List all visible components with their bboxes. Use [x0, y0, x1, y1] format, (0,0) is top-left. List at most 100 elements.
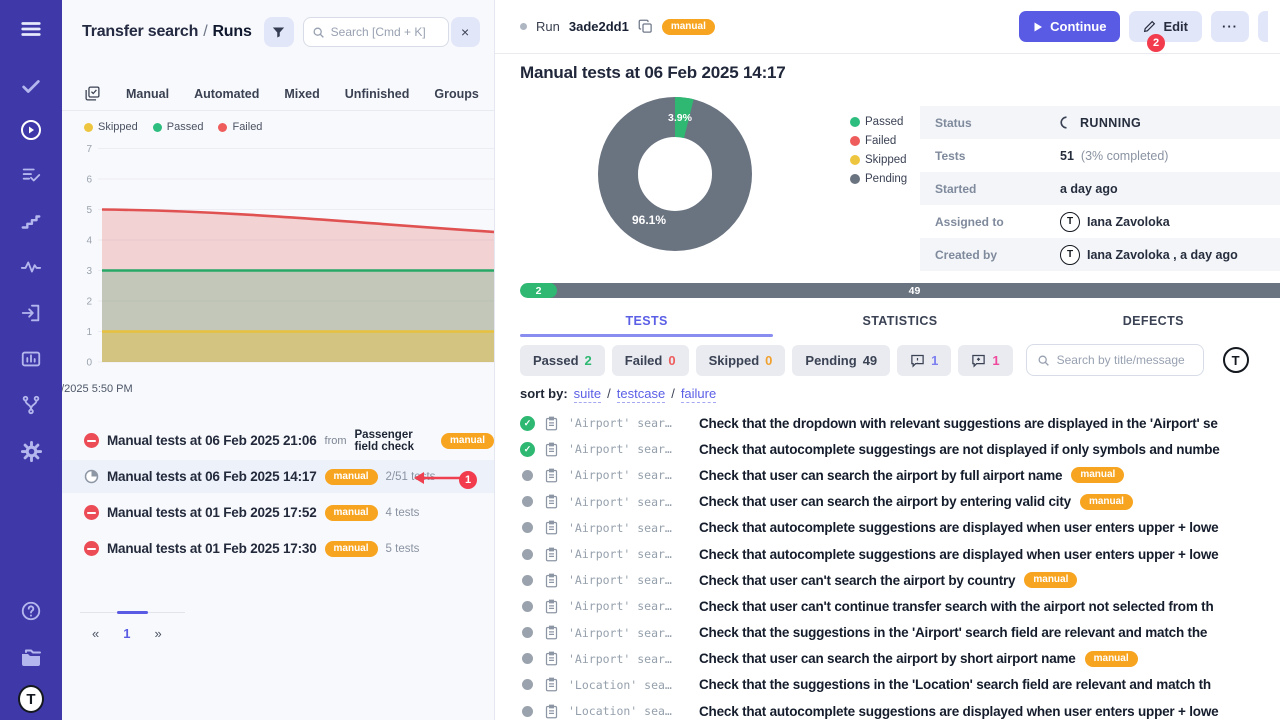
manual-badge: manual	[1071, 467, 1124, 483]
branch-icon[interactable]	[18, 392, 44, 418]
continue-button[interactable]: Continue	[1019, 11, 1120, 42]
test-row[interactable]: 'Airport' sear… Check that autocomplete …	[495, 541, 1280, 567]
pending-legend-dot	[850, 174, 860, 184]
sort-by-failure[interactable]: failure	[681, 386, 716, 403]
manual-badge: manual	[441, 433, 494, 449]
activity-icon[interactable]	[18, 254, 44, 280]
pagination-page-1[interactable]: 1	[123, 626, 130, 641]
filter-failed-chip[interactable]: Failed 0	[612, 345, 689, 376]
test-result-list: ✓ 'Airport' sear… Check that the dropdow…	[495, 410, 1280, 720]
attachments-filter-chip[interactable]: 1	[958, 345, 1012, 376]
close-icon: ×	[461, 24, 469, 40]
tab-groups[interactable]: Groups	[434, 87, 478, 101]
app-window: T Transfer search/Runs ×	[0, 0, 1280, 720]
test-row[interactable]: ✓ 'Airport' sear… Check that the dropdow…	[495, 410, 1280, 436]
projects-folder-icon[interactable]	[18, 644, 44, 670]
test-row[interactable]: 'Airport' sear… Check that user can't se…	[495, 567, 1280, 593]
help-icon[interactable]	[18, 598, 44, 624]
legend-passed: Passed	[167, 121, 204, 133]
brand-avatar-letter: T	[18, 685, 44, 713]
edit-button[interactable]: Edit	[1129, 11, 1202, 42]
runs-search-input[interactable]	[331, 25, 431, 39]
test-row[interactable]: 'Airport' sear… Check that user can sear…	[495, 462, 1280, 488]
spinner-icon	[1060, 116, 1073, 129]
donut-legend: Passed Failed Skipped Pending	[850, 116, 907, 185]
run-list-item[interactable]: Manual tests at 06 Feb 2025 21:06 from P…	[62, 424, 494, 457]
manual-badge: manual	[662, 19, 715, 35]
sort-controls: sort by: suite / testcase / failure	[520, 386, 716, 403]
test-row[interactable]: 'Airport' sear… Check that autocomplete …	[495, 515, 1280, 541]
test-row[interactable]: 'Airport' sear… Check that user can't co…	[495, 593, 1280, 619]
pagination-next[interactable]: »	[154, 626, 161, 641]
test-row[interactable]: 'Airport' sear… Check that the suggestio…	[495, 620, 1280, 646]
steps-icon[interactable]	[18, 209, 44, 235]
more-actions-button[interactable]: ···	[1211, 11, 1249, 42]
chart-legend: Skipped Passed Failed	[84, 121, 262, 133]
breadcrumb-project[interactable]: Transfer search	[82, 23, 198, 40]
tests-search-box	[1026, 344, 1204, 376]
svg-text:2: 2	[86, 297, 92, 308]
tab-mixed[interactable]: Mixed	[284, 87, 319, 101]
tab-defects[interactable]: DEFECTS	[1027, 305, 1280, 337]
detail-row-created: Created by T Iana Zavoloka , a day ago	[920, 238, 1280, 271]
run-detail-tabs: TESTS STATISTICS DEFECTS	[520, 305, 1280, 337]
comments-filter-chip[interactable]: 1	[897, 345, 951, 376]
chart-x-axis-label: 1/2025 5:50 PM	[62, 383, 133, 395]
close-panel-button[interactable]: ×	[451, 17, 480, 47]
svg-text:6: 6	[86, 175, 92, 186]
filter-button[interactable]	[264, 17, 294, 47]
tab-unfinished[interactable]: Unfinished	[345, 87, 410, 101]
sort-by-testcase[interactable]: testcase	[617, 386, 665, 403]
checkmark-icon[interactable]	[18, 73, 44, 99]
detail-row-status: Status RUNNING	[920, 106, 1280, 139]
skipped-legend-dot	[84, 123, 93, 132]
tab-statistics[interactable]: STATISTICS	[773, 305, 1026, 337]
test-row[interactable]: 'Airport' sear… Check that user can sear…	[495, 646, 1280, 672]
reports-icon[interactable]	[18, 346, 44, 372]
tests-search-input[interactable]	[1057, 353, 1192, 367]
test-row[interactable]: 'Location' sea… Check that the suggestio…	[495, 672, 1280, 698]
detail-row-started: Started a day ago	[920, 172, 1280, 205]
test-row[interactable]: ✓ 'Airport' sear… Check that autocomplet…	[495, 436, 1280, 462]
assignee-filter-avatar[interactable]: T	[1223, 347, 1249, 373]
search-icon	[312, 26, 325, 39]
test-row[interactable]: 'Airport' sear… Check that user can sear…	[495, 489, 1280, 515]
brand-avatar[interactable]: T	[18, 686, 44, 712]
sign-in-icon[interactable]	[18, 300, 44, 326]
run-list-item[interactable]: Manual tests at 01 Feb 2025 17:52 manual…	[62, 496, 494, 529]
run-list-item[interactable]: Manual tests at 01 Feb 2025 17:30 manual…	[62, 532, 494, 565]
filter-pending-chip[interactable]: Pending 49	[792, 345, 890, 376]
comment-exclamation-icon	[910, 353, 925, 368]
progress-pending-segment: 49	[549, 283, 1280, 298]
manual-badge: manual	[1080, 494, 1133, 510]
detail-row-tests: Tests 51 (3% completed)	[920, 139, 1280, 172]
filter-passed-chip[interactable]: Passed 2	[520, 345, 605, 376]
run-detail-panel: Run 3ade2dd1 manual Continue Edit ···	[495, 0, 1280, 720]
test-list-icon[interactable]	[18, 162, 44, 188]
test-runs-icon[interactable]	[18, 117, 44, 143]
failed-legend-dot	[850, 136, 860, 146]
tab-tests[interactable]: TESTS	[520, 305, 773, 337]
settings-gear-icon[interactable]	[18, 438, 44, 464]
sidebar: T	[0, 0, 62, 720]
testcase-icon	[544, 494, 559, 509]
sort-by-suite[interactable]: suite	[574, 386, 601, 403]
pagination-prev[interactable]: «	[92, 626, 99, 641]
tab-automated[interactable]: Automated	[194, 87, 259, 101]
select-all-icon[interactable]	[84, 85, 101, 102]
pending-status-icon	[522, 470, 533, 481]
svg-text:3: 3	[86, 266, 92, 277]
filter-skipped-chip[interactable]: Skipped 0	[696, 345, 786, 376]
legend-failed: Failed	[232, 121, 262, 133]
copy-icon[interactable]	[638, 19, 653, 34]
tab-manual[interactable]: Manual	[126, 87, 169, 101]
testcase-icon	[544, 442, 559, 457]
pagination-indicator	[80, 612, 185, 613]
pending-status-icon	[522, 601, 533, 612]
pencil-icon	[1143, 20, 1156, 33]
test-row[interactable]: 'Location' sea… Check that autocomplete …	[495, 698, 1280, 720]
svg-text:5: 5	[86, 205, 92, 216]
menu-icon[interactable]	[18, 16, 44, 42]
header-overflow-button-partial[interactable]	[1258, 11, 1268, 42]
svg-text:1: 1	[86, 327, 92, 338]
